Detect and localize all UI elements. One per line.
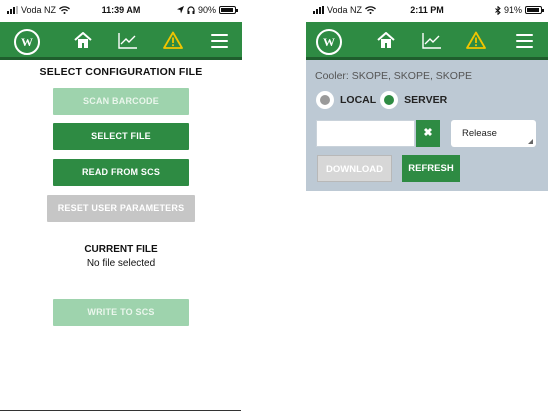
home-icon[interactable] (74, 32, 92, 49)
chart-icon[interactable] (422, 32, 442, 49)
read-from-scs-button[interactable]: READ FROM SCS (53, 159, 189, 186)
logo-icon[interactable]: W (316, 29, 342, 55)
location-icon (176, 6, 184, 14)
write-to-scs-button[interactable]: WRITE TO SCS (53, 299, 189, 326)
home-indicator-line (0, 410, 241, 411)
battery-icon (525, 6, 544, 14)
page-title: SELECT CONFIGURATION FILE (39, 66, 203, 78)
release-select-value: Release (462, 128, 497, 139)
local-radio[interactable] (316, 91, 334, 109)
warning-icon[interactable] (466, 31, 486, 49)
server-radio-label[interactable]: SERVER (404, 94, 447, 106)
status-bar: Voda NZ 2:11 PM 91% (306, 0, 548, 22)
status-right: 90% (176, 5, 238, 15)
chart-icon[interactable] (118, 32, 138, 49)
battery-percent: 90% (197, 5, 216, 15)
warning-icon[interactable] (163, 31, 183, 49)
reset-user-parameters-button[interactable]: RESET USER PARAMETERS (47, 195, 195, 222)
menu-icon[interactable] (211, 34, 228, 48)
current-file-value: No file selected (86, 258, 156, 269)
server-radio[interactable] (380, 91, 399, 109)
nav-bottom-border (0, 57, 242, 60)
file-search-input[interactable] (316, 120, 415, 147)
refresh-button[interactable]: REFRESH (402, 155, 460, 182)
status-right: 91% (495, 5, 544, 15)
local-radio-label[interactable]: LOCAL (340, 94, 376, 106)
nav-bar: W (306, 22, 548, 60)
clear-search-button[interactable]: ✖ (416, 120, 440, 147)
battery-icon (219, 6, 238, 14)
download-button[interactable]: DOWNLOAD (317, 155, 392, 182)
select-file-button[interactable]: SELECT FILE (53, 123, 189, 150)
config-content: SELECT CONFIGURATION FILE (0, 66, 242, 416)
current-file-label: CURRENT FILE (84, 244, 158, 255)
status-bar: Voda NZ 11:39 AM 90% (0, 0, 242, 22)
menu-icon[interactable] (516, 34, 533, 48)
scan-barcode-button[interactable]: SCAN BARCODE (53, 88, 189, 115)
battery-percent: 91% (503, 5, 522, 15)
source-radio-group: LOCAL SERVER (316, 91, 451, 109)
download-panel: Cooler: SKOPE, SKOPE, SKOPE LOCAL SERVER… (306, 60, 548, 191)
logo-letter: W (323, 35, 335, 49)
right-phone-screen: Voda NZ 2:11 PM 91% W Cooler: SKOPE, SKO… (306, 0, 548, 192)
bluetooth-icon (495, 5, 501, 15)
left-phone-screen: Voda NZ 11:39 AM 90% W SELECT CONFIGURAT… (0, 0, 242, 418)
release-select[interactable]: Release (451, 120, 536, 147)
nav-bar: W (0, 22, 242, 60)
home-icon[interactable] (377, 32, 395, 49)
cooler-text: Cooler: SKOPE, SKOPE, SKOPE (315, 70, 472, 82)
logo-letter: W (21, 35, 33, 49)
logo-icon[interactable]: W (14, 29, 40, 55)
resize-corner-icon (528, 139, 533, 144)
headphones-icon (187, 6, 195, 14)
